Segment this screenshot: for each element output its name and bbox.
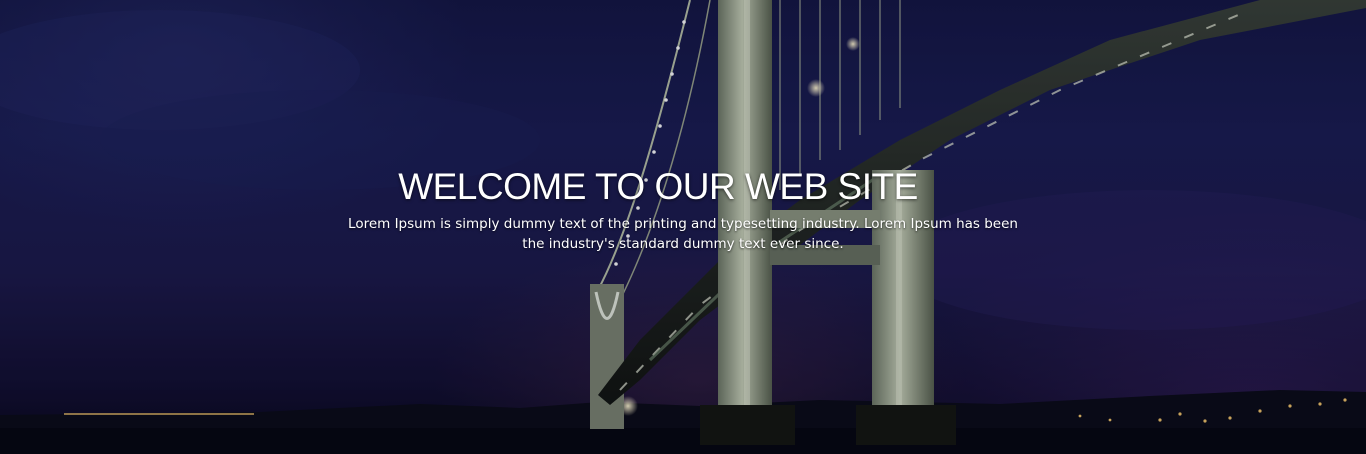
hero-title: WELCOME TO OUR WEB SITE — [398, 166, 918, 207]
hero-content: WELCOME TO OUR WEB SITE Lorem Ipsum is s… — [0, 164, 1366, 254]
hero-subtitle: Lorem Ipsum is simply dummy text of the … — [348, 216, 1018, 252]
hero-banner: WELCOME TO OUR WEB SITE Lorem Ipsum is s… — [0, 0, 1366, 454]
